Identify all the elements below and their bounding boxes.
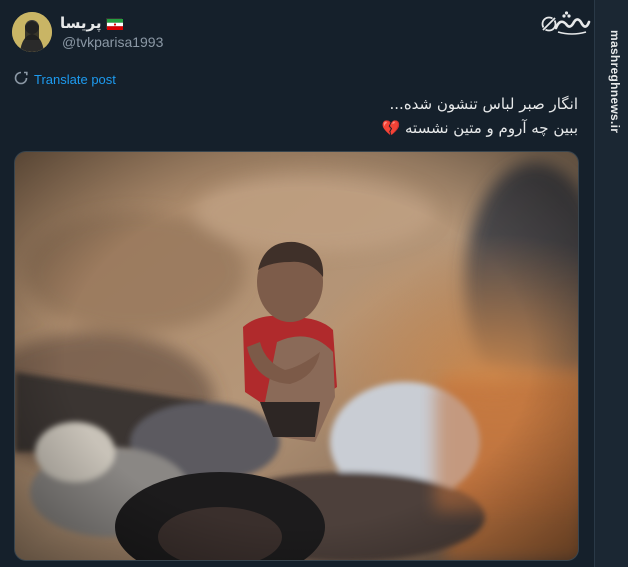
child-sitting-photo — [15, 152, 578, 560]
translate-post-label[interactable]: Translate post — [34, 72, 116, 87]
author-handle[interactable]: @tvkparisa1993 — [62, 34, 163, 50]
post-text-line-1: انگار صبر لباس تنشون شده... — [389, 95, 578, 113]
author-name-row[interactable]: پریسا — [60, 14, 123, 32]
avatar[interactable] — [12, 12, 52, 52]
tweet-card: پریسا @tvkparisa1993 Translate post انگا… — [0, 0, 594, 567]
watermark-strip: mashreghnews.ir — [594, 0, 628, 567]
broken-heart-emoji: 💔 — [381, 119, 401, 137]
post-text-line-2-text: ببین چه آروم و متین نشسته — [405, 119, 578, 137]
translate-post-link[interactable]: Translate post — [14, 70, 116, 89]
iran-flag-icon — [105, 17, 123, 30]
mashregh-logo — [552, 10, 592, 38]
post-image[interactable] — [14, 151, 579, 561]
watermark-site: mashreghnews.ir — [608, 30, 622, 134]
post-text: انگار صبر لباس تنشون شده... ببین چه آروم… — [58, 92, 578, 140]
post-text-line-2: ببین چه آروم و متین نشسته 💔 — [58, 116, 578, 140]
author-display-name[interactable]: پریسا — [60, 14, 102, 32]
translate-icon — [14, 70, 28, 89]
